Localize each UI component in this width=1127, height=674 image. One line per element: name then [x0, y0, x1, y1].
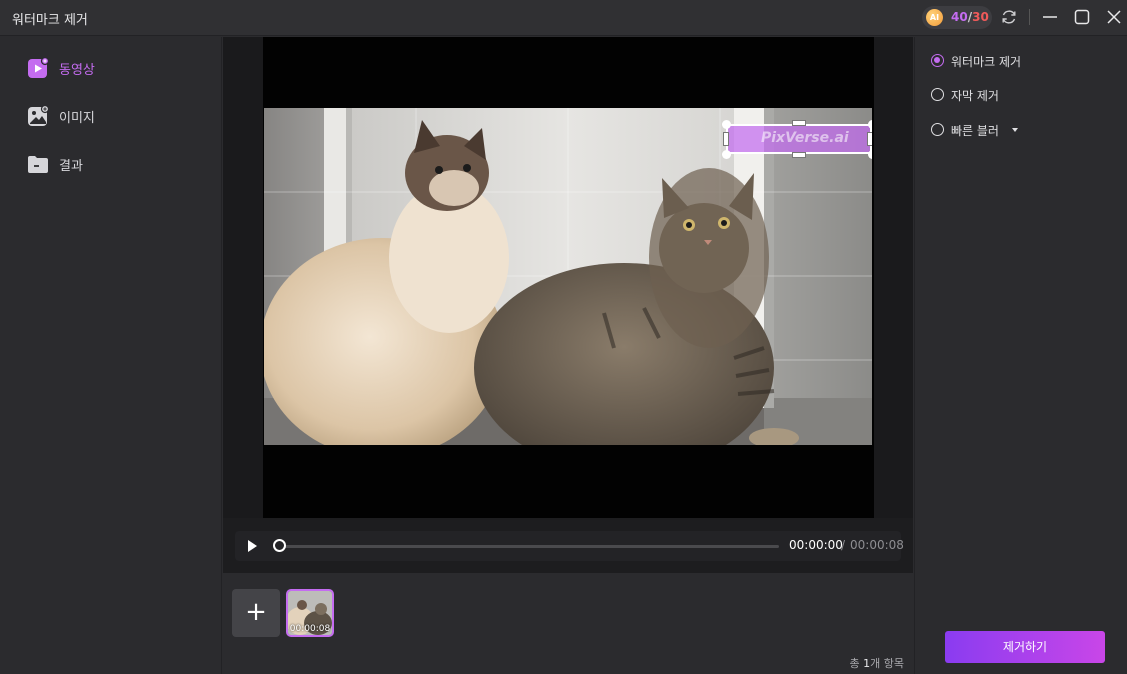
resize-handle-top-right[interactable]: [868, 120, 872, 129]
item-count-suffix: 개 항목: [870, 657, 904, 670]
player-bar: 00:00:00 / 00:00:08: [223, 518, 913, 573]
image-add-icon: [28, 105, 49, 126]
resize-handle-top-left[interactable]: [722, 120, 731, 129]
app-window: 워터마크 제거 AI 40/30 동영상 이미지 결과 PixVerse.ai …: [0, 0, 1127, 674]
radio-unselected[interactable]: [931, 88, 944, 101]
title-bar: 워터마크 제거 AI 40/30: [0, 0, 1127, 36]
option-subtitle-removal[interactable]: 자막 제거: [931, 85, 1121, 105]
resize-handle-right[interactable]: [867, 132, 872, 146]
preview-area: PixVerse.ai: [223, 37, 913, 518]
sidebar-item-image[interactable]: 이미지: [4, 96, 222, 136]
sidebar-item-video[interactable]: 동영상: [4, 48, 222, 88]
option-label: 워터마크 제거: [951, 55, 1022, 69]
window-title: 워터마크 제거: [12, 13, 88, 28]
video-frame-image: [264, 108, 872, 445]
time-separator: /: [841, 538, 846, 552]
refresh-icon[interactable]: [999, 7, 1019, 27]
sidebar: 동영상 이미지 결과: [4, 37, 222, 674]
close-icon[interactable]: [1104, 7, 1124, 27]
credits-used: 40: [951, 10, 968, 24]
option-quick-blur[interactable]: 빠른 블러: [931, 120, 1121, 140]
resize-handle-bottom-right[interactable]: [868, 150, 872, 159]
option-watermark-removal[interactable]: 워터마크 제거: [931, 51, 1121, 71]
minimize-icon[interactable]: [1040, 7, 1060, 27]
sidebar-item-label: 동영상: [59, 63, 95, 78]
resize-handle-bottom[interactable]: [792, 152, 806, 158]
credits-total: 30: [972, 10, 989, 24]
titlebar-divider: [1029, 9, 1030, 25]
radio-unselected[interactable]: [931, 123, 944, 136]
watermark-selection-box[interactable]: [726, 124, 872, 154]
chevron-down-icon[interactable]: [1012, 128, 1018, 132]
resize-handle-left[interactable]: [723, 132, 729, 146]
video-canvas: PixVerse.ai: [263, 37, 874, 518]
remove-button[interactable]: 제거하기: [945, 631, 1105, 663]
resize-handle-bottom-left[interactable]: [722, 150, 731, 159]
sidebar-item-label: 결과: [59, 159, 83, 174]
media-strip: + 00:00:08 총 1개 항목: [223, 573, 913, 674]
credit-count: 40/30: [951, 10, 989, 24]
play-icon[interactable]: [245, 538, 259, 554]
current-time: 00:00:00: [789, 538, 843, 552]
thumbnail-duration: 00:00:08: [289, 624, 331, 634]
credits-badge[interactable]: AI 40/30: [922, 6, 992, 29]
progress-knob[interactable]: [272, 539, 286, 552]
maximize-icon[interactable]: [1072, 7, 1092, 27]
player-controls: 00:00:00 / 00:00:08: [235, 531, 904, 561]
progress-track[interactable]: [279, 545, 779, 548]
media-thumbnail[interactable]: 00:00:08: [286, 589, 334, 637]
option-label: 자막 제거: [951, 89, 999, 103]
sidebar-item-label: 이미지: [59, 111, 95, 126]
video-add-icon: [28, 57, 49, 78]
sidebar-item-results[interactable]: 결과: [4, 144, 222, 184]
item-count-prefix: 총: [849, 657, 864, 670]
add-media-button[interactable]: +: [232, 589, 280, 637]
item-count: 총 1개 항목: [850, 655, 904, 671]
total-time: 00:00:08: [850, 538, 904, 552]
video-frame: PixVerse.ai: [264, 108, 872, 445]
option-label: 빠른 블러: [951, 124, 999, 138]
resize-handle-top[interactable]: [792, 120, 806, 126]
folder-icon: [28, 156, 48, 173]
radio-selected[interactable]: [931, 54, 944, 67]
options-panel: 워터마크 제거 자막 제거 빠른 블러 제거하기: [914, 37, 1127, 674]
ai-coin-icon: AI: [926, 9, 943, 26]
